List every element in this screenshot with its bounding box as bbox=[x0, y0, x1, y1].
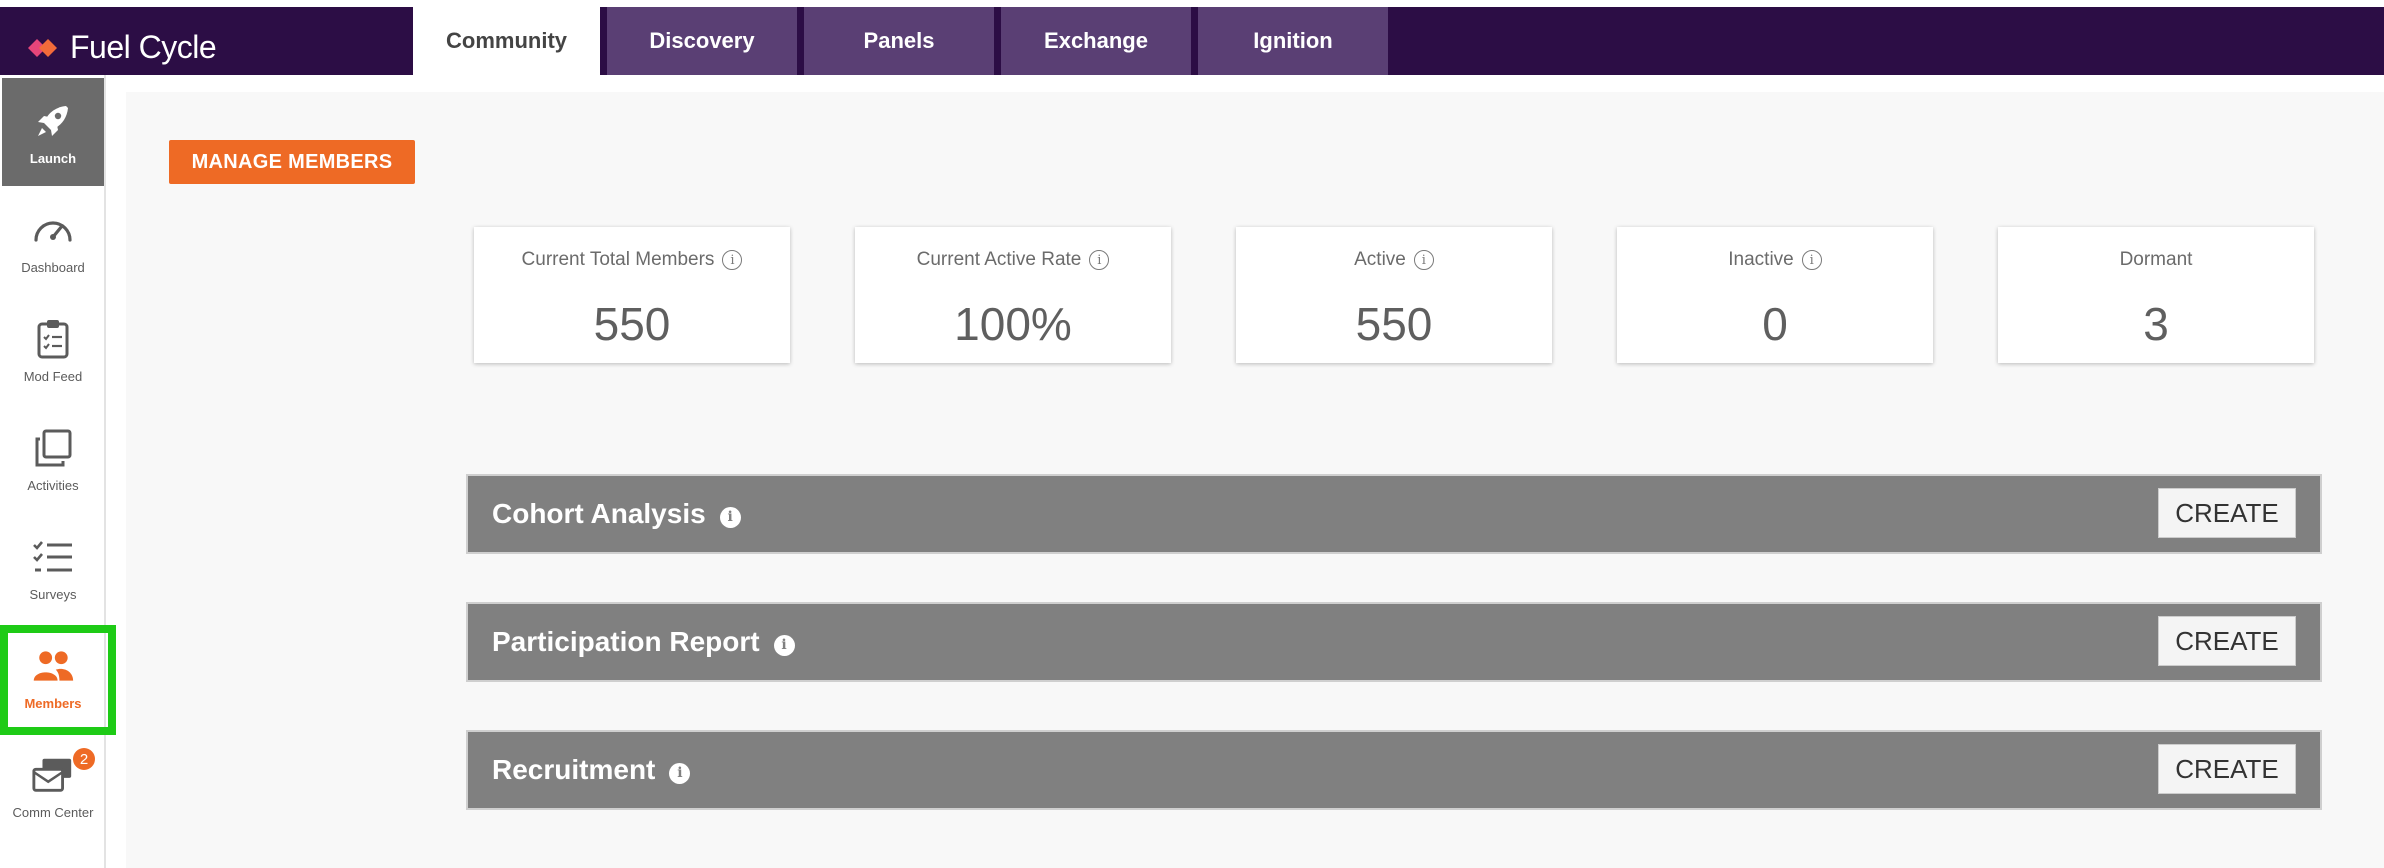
brand-logo[interactable]: Fuel Cycle bbox=[28, 29, 217, 66]
info-icon[interactable]: i bbox=[773, 634, 795, 656]
sidebar-item-dashboard[interactable]: Dashboard bbox=[2, 187, 104, 295]
info-icon[interactable]: i bbox=[669, 762, 691, 784]
stat-label: Current Active Rate bbox=[916, 249, 1082, 270]
info-icon[interactable]: i bbox=[1801, 250, 1822, 270]
stat-label: Dormant bbox=[2119, 249, 2193, 270]
panel-title: Cohort Analysis bbox=[492, 498, 706, 529]
sidebar-item-label: Comm Center bbox=[12, 804, 94, 820]
sidebar-item-label: Activities bbox=[27, 477, 79, 493]
info-icon[interactable]: i bbox=[719, 506, 741, 528]
create-recruitment-button[interactable]: CREATE bbox=[2158, 744, 2296, 794]
tab-ignition[interactable]: Ignition bbox=[1198, 7, 1388, 75]
stat-label-row: Inactive i bbox=[1617, 249, 1933, 271]
stat-label-row: Dormant bbox=[1998, 249, 2314, 271]
panel-title-row: Participation Report i bbox=[492, 626, 795, 658]
rocket-icon bbox=[31, 99, 75, 143]
sidebar-item-label: Launch bbox=[29, 150, 77, 166]
sidebar-item-mod-feed[interactable]: Mod Feed bbox=[2, 296, 104, 404]
info-icon[interactable]: i bbox=[1089, 250, 1110, 270]
panel-title: Recruitment bbox=[492, 754, 656, 785]
stat-value: 550 bbox=[1355, 298, 1433, 350]
panel-title-row: Recruitment i bbox=[492, 754, 691, 786]
stat-label-row: Current Total Members i bbox=[474, 249, 790, 271]
info-icon[interactable]: i bbox=[722, 250, 743, 270]
manage-members-button[interactable]: MANAGE MEMBERS bbox=[169, 140, 415, 184]
stat-card-total-members: Current Total Members i 550 bbox=[474, 227, 790, 363]
stat-label-row: Current Active Rate i bbox=[855, 249, 1171, 271]
tab-community[interactable]: Community bbox=[413, 7, 600, 75]
tab-discovery[interactable]: Discovery bbox=[607, 7, 797, 75]
tab-panels[interactable]: Panels bbox=[804, 7, 994, 75]
stat-card-inactive: Inactive i 0 bbox=[1617, 227, 1933, 363]
sidebar-item-launch[interactable]: Launch bbox=[2, 78, 104, 186]
sidebar-item-activities[interactable]: Activities bbox=[2, 405, 104, 513]
stat-value: 100% bbox=[954, 298, 1072, 350]
info-icon[interactable]: i bbox=[1413, 250, 1434, 270]
panel-title: Participation Report bbox=[492, 626, 760, 657]
sidebar-item-label: Mod Feed bbox=[23, 368, 83, 384]
checklist-icon bbox=[31, 535, 75, 579]
recruitment-panel: Recruitment i CREATE bbox=[466, 730, 2322, 810]
stat-value: 0 bbox=[1762, 298, 1788, 350]
gauge-icon bbox=[31, 208, 75, 252]
panel-title-row: Cohort Analysis i bbox=[492, 498, 741, 530]
create-participation-report-button[interactable]: CREATE bbox=[2158, 616, 2296, 666]
stat-value: 3 bbox=[2143, 298, 2169, 350]
stat-value: 550 bbox=[593, 298, 671, 350]
create-cohort-button[interactable]: CREATE bbox=[2158, 488, 2296, 538]
brand-name: Fuel Cycle bbox=[70, 29, 217, 65]
tab-exchange[interactable]: Exchange bbox=[1001, 7, 1191, 75]
top-nav-bar: Fuel Cycle Community Discovery Panels Ex… bbox=[0, 7, 2384, 75]
clipboard-icon bbox=[31, 317, 75, 361]
selection-highlight bbox=[0, 625, 116, 735]
stat-card-active: Active i 550 bbox=[1236, 227, 1552, 363]
stat-label: Active bbox=[1354, 249, 1406, 270]
cohort-analysis-panel: Cohort Analysis i CREATE bbox=[466, 474, 2322, 554]
stat-card-dormant: Dormant 3 bbox=[1998, 227, 2314, 363]
sidebar-item-label: Surveys bbox=[29, 586, 77, 602]
messages-icon bbox=[31, 753, 75, 797]
sidebar-item-label: Dashboard bbox=[21, 259, 85, 275]
copy-icon bbox=[31, 426, 75, 470]
participation-report-panel: Participation Report i CREATE bbox=[466, 602, 2322, 682]
stat-label: Inactive bbox=[1728, 249, 1794, 270]
stat-card-active-rate: Current Active Rate i 100% bbox=[855, 227, 1171, 363]
stat-label-row: Active i bbox=[1236, 249, 1552, 271]
notification-badge: 2 bbox=[73, 748, 95, 770]
sidebar-item-surveys[interactable]: Surveys bbox=[2, 514, 104, 622]
fuel-cycle-logo-icon bbox=[28, 38, 57, 57]
stat-label: Current Total Members bbox=[521, 249, 715, 270]
